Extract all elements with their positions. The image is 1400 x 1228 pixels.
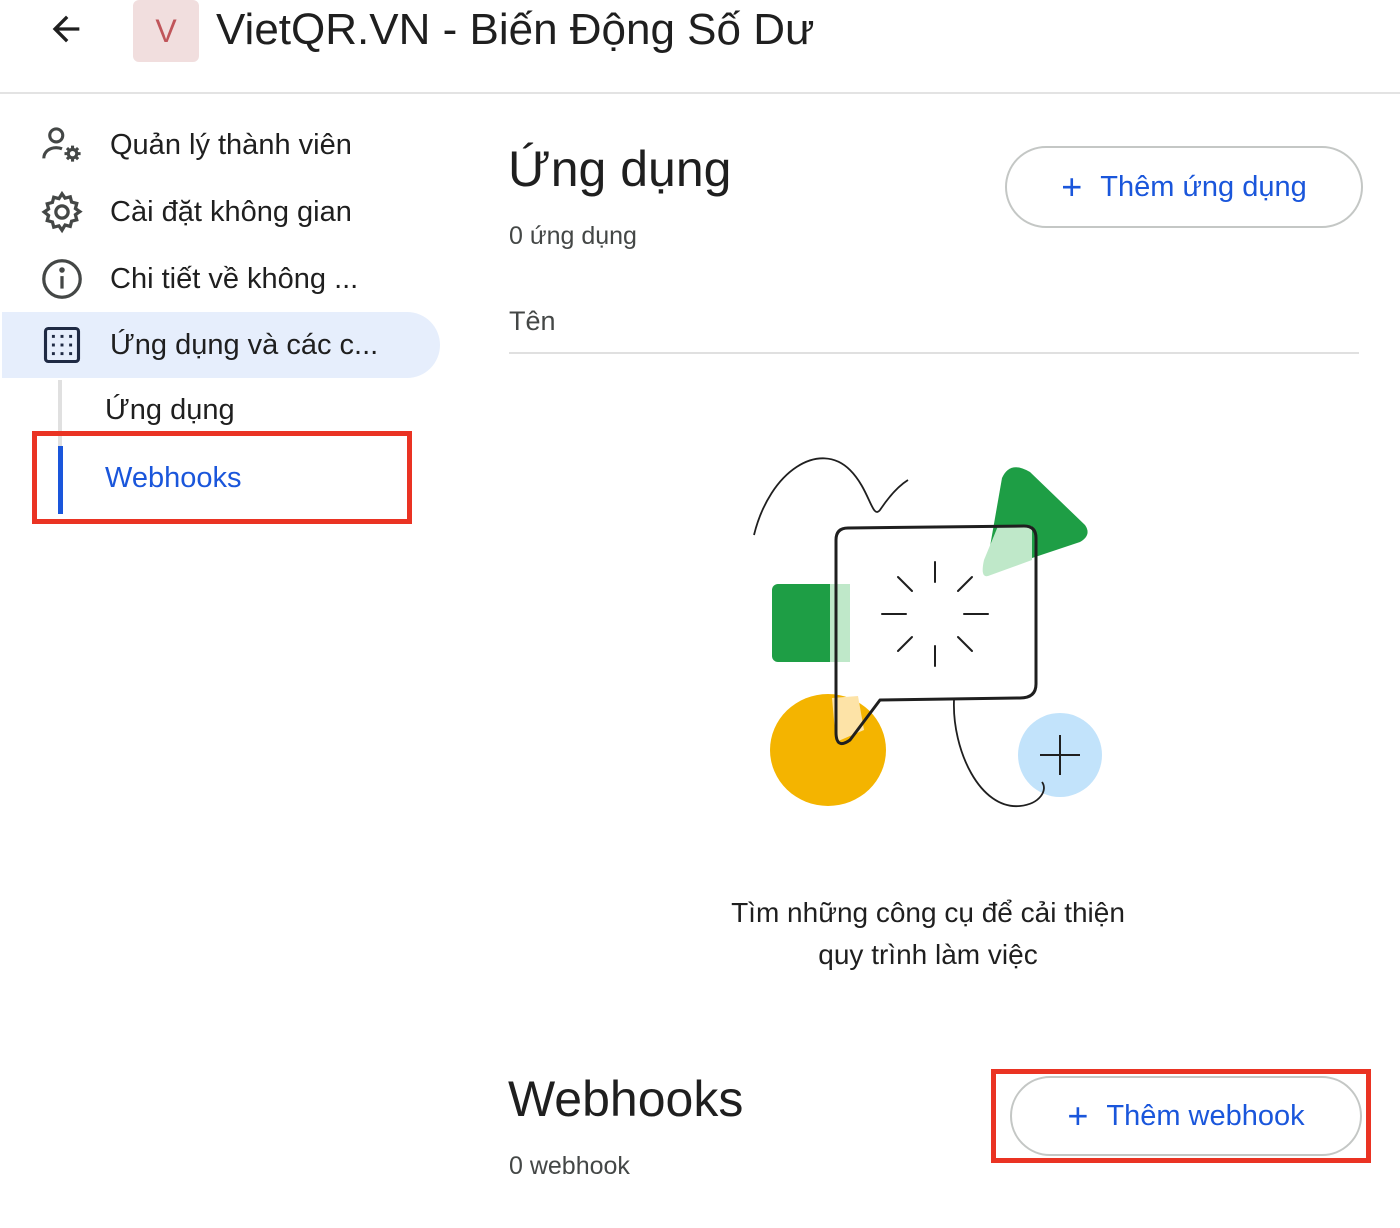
sidebar-item-label: Chi tiết về không ... [110, 262, 359, 295]
sidebar-item-manage-members[interactable]: Quản lý thành viên [2, 112, 440, 178]
arrow-left-icon [52, 15, 80, 43]
sidebar-item-space-details[interactable]: Chi tiết về không ... [2, 246, 440, 312]
sidebar-item-label: Quản lý thành viên [110, 128, 352, 161]
webhooks-section-title: Webhooks [508, 1071, 744, 1127]
empty-state-message: Tìm những công cụ để cải thiện quy trình… [660, 892, 1196, 976]
empty-state-line-2: quy trình làm việc [818, 939, 1038, 970]
empty-state-illustration [753, 457, 1102, 807]
page-title: VietQR.VN - Biến Động Số Dư [216, 5, 815, 54]
apps-count: 0 ứng dụng [509, 222, 637, 250]
sidebar-item-label: Ứng dụng và các c... [110, 328, 379, 361]
settings-gear-icon [38, 188, 86, 236]
manage-members-icon [38, 121, 86, 169]
submenu-item-apps[interactable]: Ứng dụng [105, 394, 235, 427]
avatar-letter: V [155, 12, 177, 49]
add-app-label: Thêm ứng dụng [1100, 170, 1307, 203]
top-bar: V VietQR.VN - Biến Động Số Dư [0, 0, 1400, 94]
highlight-webhooks-nav [32, 431, 412, 524]
sidebar-item-space-settings[interactable]: Cài đặt không gian [2, 179, 440, 245]
sidebar-item-label: Cài đặt không gian [110, 195, 352, 228]
sidebar-item-apps-integrations[interactable]: Ứng dụng và các c... [2, 312, 440, 378]
info-icon [38, 255, 86, 303]
space-avatar: V [133, 0, 199, 62]
empty-state-line-1: Tìm những công cụ để cải thiện [731, 897, 1125, 928]
add-app-button[interactable]: + Thêm ứng dụng [1005, 146, 1363, 228]
back-button[interactable] [40, 6, 92, 52]
apps-table-header: Tên [509, 300, 1359, 354]
apps-section-title: Ứng dụng [508, 141, 732, 197]
apps-grid-icon [38, 321, 86, 369]
column-header-name: Tên [509, 306, 556, 336]
webhooks-count: 0 webhook [509, 1152, 630, 1180]
plus-icon: + [1061, 166, 1083, 207]
highlight-add-webhook [991, 1069, 1371, 1163]
